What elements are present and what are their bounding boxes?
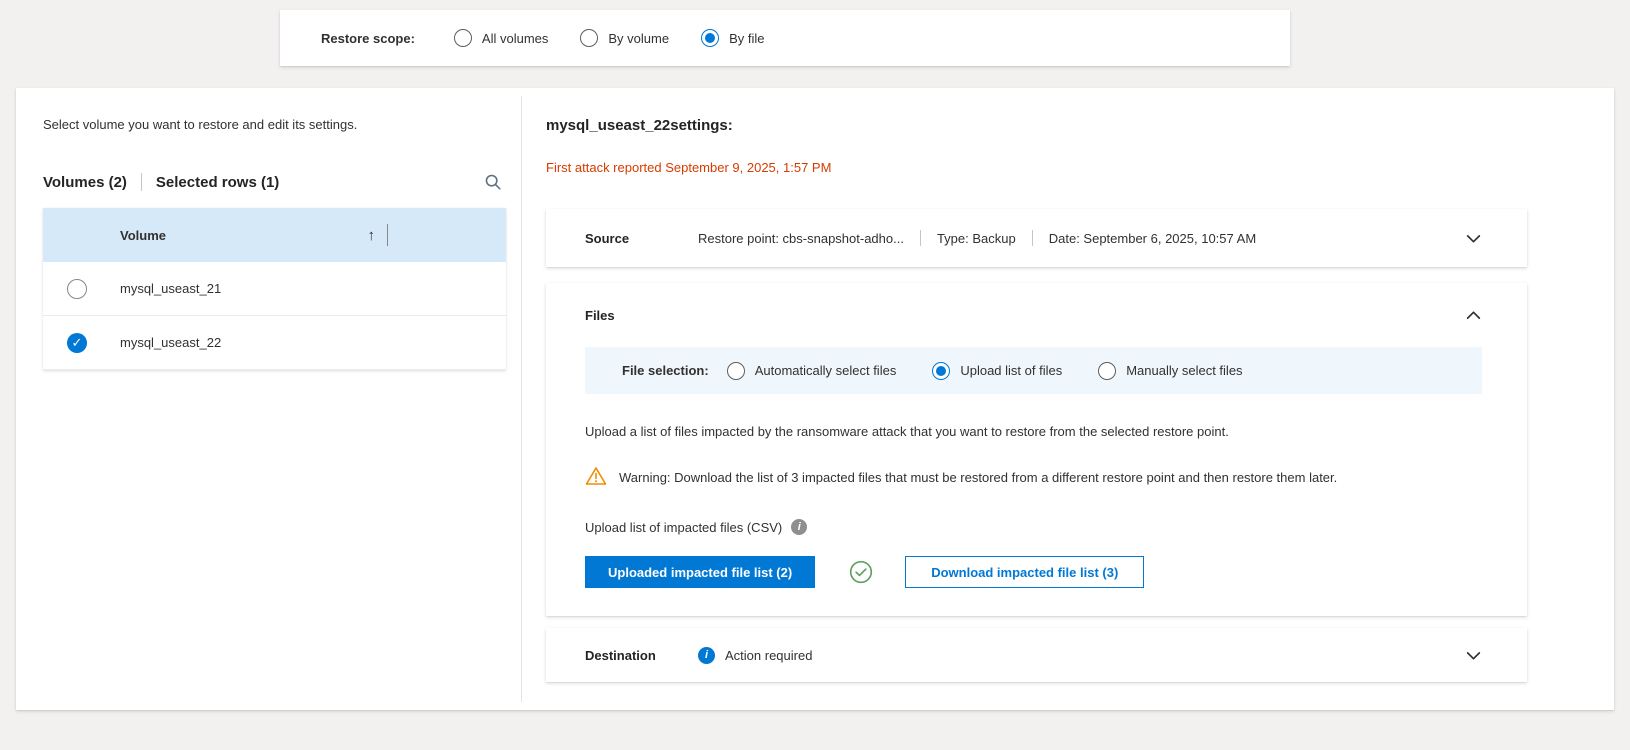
- volumes-table: Volume mysql_useast_21 mysql_useast_22: [43, 208, 506, 370]
- info-icon-blue: [698, 647, 715, 664]
- radio-all-volumes[interactable]: All volumes: [454, 29, 548, 47]
- column-resize-divider[interactable]: [387, 224, 388, 246]
- upload-label: Upload list of impacted files (CSV): [585, 520, 782, 535]
- radio-label: By file: [729, 31, 764, 46]
- restore-scope-options: All volumes By volume By file: [454, 29, 765, 47]
- radio-label: By volume: [608, 31, 669, 46]
- file-selection-label: File selection:: [622, 363, 709, 378]
- chevron-up-icon[interactable]: [1465, 307, 1482, 324]
- download-file-list-button[interactable]: Download impacted file list (3): [905, 556, 1144, 588]
- source-section[interactable]: Source Restore point: cbs-snapshot-adho.…: [546, 209, 1527, 267]
- radio-automatically-select-files[interactable]: Automatically select files: [727, 362, 897, 380]
- file-buttons-row: Uploaded impacted file list (2) Download…: [585, 556, 1482, 588]
- radio-label: Automatically select files: [755, 363, 897, 378]
- radio-unselected-icon: [1098, 362, 1116, 380]
- source-date: Date: September 6, 2025, 10:57 AM: [1049, 231, 1256, 246]
- volume-column-header: Volume: [120, 228, 166, 243]
- table-row-mysql-useast-22[interactable]: mysql_useast_22: [43, 316, 506, 370]
- volume-selection-panel: Select volume you want to restore and ed…: [16, 88, 521, 710]
- warning-text: Warning: Download the list of 3 impacted…: [619, 470, 1337, 485]
- radio-unselected-icon: [454, 29, 472, 47]
- radio-selected-icon: [932, 362, 950, 380]
- attack-notice: First attack reported September 9, 2025,…: [546, 160, 1527, 175]
- destination-section[interactable]: Destination Action required: [546, 628, 1527, 682]
- radio-upload-list-of-files[interactable]: Upload list of files: [932, 362, 1062, 380]
- upload-label-row: Upload list of impacted files (CSV): [585, 519, 1482, 535]
- chevron-down-icon[interactable]: [1465, 230, 1482, 247]
- row-checkbox-unchecked-icon[interactable]: [67, 279, 87, 299]
- volume-name: mysql_useast_21: [120, 281, 221, 296]
- volume-settings-panel: mysql_useast_22settings: First attack re…: [522, 88, 1614, 710]
- radio-label: Upload list of files: [960, 363, 1062, 378]
- radio-unselected-icon: [580, 29, 598, 47]
- source-divider: [920, 230, 921, 246]
- file-selection-band: File selection: Automatically select fil…: [585, 347, 1482, 394]
- source-restore-point: Restore point: cbs-snapshot-adho...: [698, 231, 904, 246]
- sort-ascending-icon[interactable]: [368, 227, 376, 244]
- source-type: Type: Backup: [937, 231, 1016, 246]
- file-selection-options: Automatically select files Upload list o…: [727, 362, 1243, 380]
- chevron-down-icon[interactable]: [1465, 647, 1482, 664]
- table-row-mysql-useast-21[interactable]: mysql_useast_21: [43, 262, 506, 316]
- radio-by-file[interactable]: By file: [701, 29, 764, 47]
- files-section-header[interactable]: Files: [585, 307, 1482, 324]
- source-label: Source: [585, 231, 698, 246]
- source-divider: [1032, 230, 1033, 246]
- info-icon[interactable]: [791, 519, 807, 535]
- destination-status: Action required: [725, 648, 812, 663]
- radio-label: Manually select files: [1126, 363, 1242, 378]
- row-checkbox-checked-icon[interactable]: [67, 333, 87, 353]
- search-icon[interactable]: [484, 173, 502, 191]
- files-label: Files: [585, 308, 615, 323]
- panel-description: Select volume you want to restore and ed…: [43, 117, 506, 132]
- settings-title: mysql_useast_22settings:: [546, 117, 1527, 134]
- heading-divider: [141, 173, 142, 191]
- destination-label: Destination: [585, 648, 698, 663]
- radio-unselected-icon: [727, 362, 745, 380]
- volumes-header: Volumes (2) Selected rows (1): [43, 173, 506, 191]
- restore-settings-card: Select volume you want to restore and ed…: [16, 88, 1614, 710]
- warning-message: Warning: Download the list of 3 impacted…: [585, 466, 1482, 489]
- restore-scope-bar: Restore scope: All volumes By volume By …: [280, 10, 1290, 66]
- radio-by-volume[interactable]: By volume: [580, 29, 669, 47]
- volume-name: mysql_useast_22: [120, 335, 221, 350]
- radio-label: All volumes: [482, 31, 548, 46]
- selected-rows-heading: Selected rows (1): [156, 174, 279, 191]
- restore-scope-label: Restore scope:: [321, 31, 415, 46]
- files-section: Files File selection: Automatically sele…: [546, 283, 1527, 616]
- radio-selected-icon: [701, 29, 719, 47]
- files-description: Upload a list of files impacted by the r…: [585, 424, 1482, 439]
- uploaded-file-list-button[interactable]: Uploaded impacted file list (2): [585, 556, 815, 588]
- radio-manually-select-files[interactable]: Manually select files: [1098, 362, 1242, 380]
- volumes-count-heading: Volumes (2): [43, 174, 127, 191]
- volumes-table-header: Volume: [43, 208, 506, 262]
- warning-icon: [585, 466, 607, 489]
- success-check-icon: [848, 559, 874, 585]
